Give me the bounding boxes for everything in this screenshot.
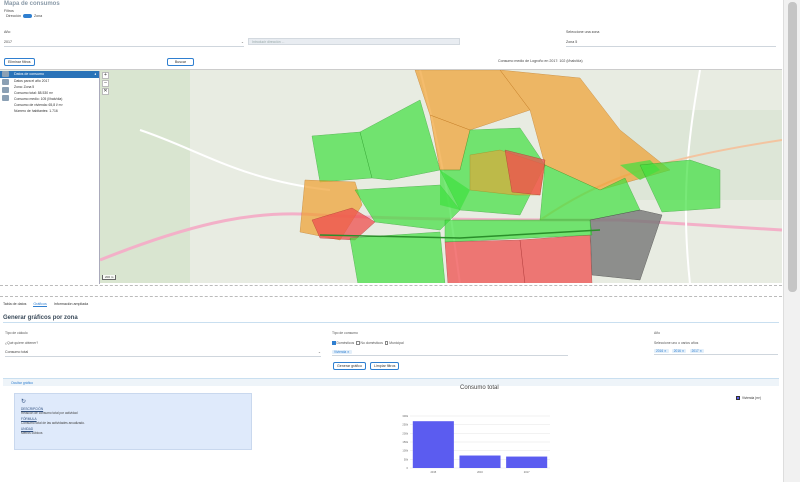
generate-chart-button[interactable]: Generar gráfico [333, 362, 366, 370]
chart-year-multiselect[interactable]: 2016 ✕ 2016 ✕ 2017 ✕ [654, 348, 778, 355]
calc-type-value: Consumo total [5, 350, 29, 354]
refresh-icon[interactable]: ↻ [21, 398, 245, 405]
address-search-input[interactable]: Introducir dirección ... [248, 38, 460, 45]
legend-swatch [736, 396, 740, 401]
consumption-map[interactable] [0, 69, 782, 283]
unit-text: Metros cúbicos [21, 431, 43, 435]
chart-year-hint: Seleccione uno o varios años [654, 341, 699, 345]
legend-label: Vivienda (m³) [742, 396, 761, 400]
close-icon[interactable]: ✕ [102, 88, 109, 95]
year-chip[interactable]: 2016 ✕ [671, 349, 687, 353]
map-side-toolbar [2, 71, 11, 103]
year-select[interactable]: 2017 ⌄ [4, 40, 244, 47]
legend-icon[interactable] [2, 79, 9, 85]
year-chip[interactable]: 2017 ✕ [689, 349, 705, 353]
page-scrollbar[interactable] [783, 0, 800, 482]
graphs-section-title: Generar gráficos por zona [3, 315, 779, 323]
toggle-left-label: Dirección [6, 14, 21, 18]
tab-extended-info[interactable]: Información ampliada [54, 302, 88, 306]
chart-legend[interactable]: Vivienda (m³) [736, 396, 761, 401]
filter-mode-toggle[interactable]: Dirección Zona [6, 14, 43, 19]
map-canvas [99, 70, 782, 283]
zone-label: Seleccione una zona [566, 30, 600, 34]
consumption-type-label: Tipo de consumo [332, 331, 358, 335]
page-title: Mapa de consumos [4, 1, 60, 7]
layer-row: Número de habitantes: 1.716 [14, 109, 58, 113]
filters-label: Filtros [4, 9, 14, 13]
non-domestic-label: No domésticos [360, 341, 383, 345]
municipal-label: Municipal [389, 341, 404, 345]
y-tick-label: 200k [402, 431, 408, 435]
zoom-in-button[interactable]: + [102, 72, 109, 79]
layer-panel: Datos de consumo ◂ Datos para el año 201… [0, 71, 100, 284]
chevron-down-icon: ⌄ [240, 40, 244, 44]
layers-icon[interactable] [2, 71, 9, 77]
y-tick-label: 100k [402, 449, 408, 453]
x-tick-label: 2017 [524, 470, 530, 474]
zoom-controls: + – ✕ [102, 72, 109, 96]
consumption-bar-chart: 300k 250k 200k 150k 100k 50k 0 2015 2016 2017 [402, 414, 550, 474]
y-tick-label: 0 [407, 466, 409, 470]
consumption-multiselect[interactable]: Vivienda ✕ [332, 349, 568, 356]
collapse-arrow-icon[interactable]: ◂ [94, 71, 96, 78]
zone-select-value: Zona 5 [566, 40, 578, 44]
bar[interactable] [459, 455, 501, 468]
chevron-down-icon: ⌄ [317, 350, 321, 354]
hide-chart-toggle[interactable]: Ocultar gráfico [3, 378, 779, 386]
splitter-handle[interactable] [0, 285, 782, 297]
map-scale: 200 m [102, 275, 117, 280]
info-icon[interactable] [2, 95, 9, 101]
calc-type-label: Tipo de cálculo [5, 331, 28, 335]
year-select-value: 2017 [4, 40, 12, 44]
y-tick-label: 300k [402, 414, 408, 418]
y-tick-label: 50k [404, 457, 409, 461]
bar[interactable] [412, 421, 454, 468]
x-tick-label: 2015 [430, 470, 436, 474]
tab-data-table[interactable]: Tabla de datos [3, 302, 26, 306]
tab-charts[interactable]: Gráficos [33, 302, 47, 307]
y-tick-label: 250k [402, 423, 408, 427]
municipal-checkbox[interactable] [384, 341, 389, 345]
toggle-right-label: Zona [33, 14, 43, 18]
mode-switch[interactable] [22, 14, 32, 19]
calc-question-label: ¿Qué quiere obtener? [5, 341, 39, 345]
scrollbar-thumb[interactable] [788, 2, 797, 292]
indicator-info-box: ↻ DESCRIPCIÓN Relación de consumo total … [14, 393, 252, 450]
clear-chart-filters-button[interactable]: Limpiar filtros [370, 362, 400, 370]
average-consumption-summary: Consumo medio de Logroño en 2017: 102 (l… [498, 59, 583, 63]
non-domestic-checkbox[interactable] [356, 341, 360, 345]
layer-panel-title: Datos de consumo [14, 72, 44, 76]
consumption-options: Domésticos No domésticos Municipal [332, 341, 404, 345]
bar[interactable] [506, 456, 548, 468]
domestic-checkbox[interactable] [332, 341, 336, 345]
domestic-label: Domésticos [336, 341, 355, 345]
zoom-out-button[interactable]: – [102, 80, 109, 87]
print-icon[interactable] [2, 87, 9, 93]
y-tick-label: 150k [402, 440, 408, 444]
year-chip[interactable]: 2016 ✕ [654, 349, 669, 353]
formula-text: Consumo total de las actividades anualiz… [21, 421, 85, 425]
description-text: Relación de consumo total por actividad [21, 411, 78, 415]
search-button[interactable]: Buscar [167, 58, 194, 66]
x-tick-label: 2016 [477, 470, 483, 474]
year-label: Año [4, 30, 11, 34]
clear-filters-button[interactable]: Eliminar filtros [4, 58, 35, 66]
chart-title: Consumo total [460, 385, 499, 391]
vivienda-chip[interactable]: Vivienda ✕ [332, 350, 352, 354]
layer-panel-header[interactable]: Datos de consumo ◂ [0, 71, 99, 78]
tab-bar: Tabla de datos Gráficos Información ampl… [3, 302, 94, 307]
zone-select[interactable]: Zona 5 [566, 40, 776, 47]
calc-type-select[interactable]: Consumo total ⌄ [5, 350, 321, 357]
chart-year-label: Año [654, 331, 661, 335]
